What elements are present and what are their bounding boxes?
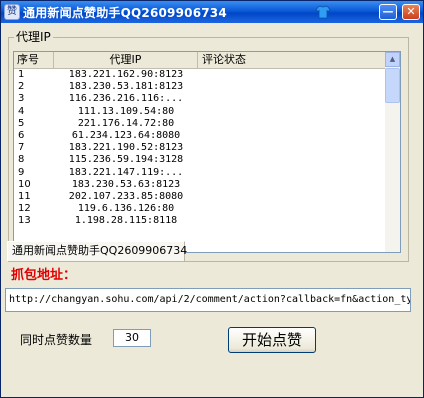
row-proxy-ip: 183.230.53.63:8123 (71, 178, 181, 190)
table-row[interactable]: 13 1.198.28.115:8118 (14, 215, 386, 227)
capture-url-label: 抓包地址： (11, 268, 77, 283)
row-proxy-ip: 183.221.190.52:8123 (68, 142, 184, 154)
row-index: 12 (18, 203, 31, 215)
window-title: 通用新闻点赞助手QQ2609906734 (23, 6, 227, 20)
start-like-button[interactable]: 开始点赞 (228, 327, 316, 353)
app-icon: 赞 (4, 4, 20, 20)
title-bar[interactable]: 赞 通用新闻点赞助手QQ2609906734 — ✕ (1, 1, 423, 23)
row-index: 11 (18, 190, 31, 202)
app-window: 赞 通用新闻点赞助手QQ2609906734 — ✕ 代理IP 序号 代理IP … (0, 0, 424, 398)
proxy-list-header: 序号 代理IP 评论状态 (14, 52, 386, 69)
minimize-button[interactable]: — (379, 4, 397, 20)
row-proxy-ip: 61.234.123.64:8080 (71, 129, 181, 141)
concurrent-count-label: 同时点赞数量 (20, 333, 93, 347)
close-button[interactable]: ✕ (402, 4, 420, 20)
table-row[interactable]: 1 183.221.162.90:8123 (14, 69, 386, 81)
row-index: 2 (18, 81, 25, 93)
row-index: 5 (18, 117, 25, 129)
row-index: 7 (18, 142, 25, 154)
row-proxy-ip: 1.198.28.115:8118 (74, 215, 178, 227)
row-proxy-ip: 202.107.233.85:8080 (68, 190, 184, 202)
vertical-scrollbar[interactable]: ▲ (385, 52, 400, 252)
column-header-proxy-ip[interactable]: 代理IP (54, 52, 198, 68)
row-proxy-ip: 111.13.109.54:80 (77, 105, 175, 117)
concurrent-count-input[interactable]: 30 (113, 329, 151, 347)
row-index: 3 (18, 93, 25, 105)
row-proxy-ip: 115.236.59.194:3128 (68, 154, 184, 166)
table-row[interactable]: 5 221.176.14.72:80 (14, 118, 386, 130)
row-index: 1 (18, 69, 25, 80)
table-row[interactable]: 10 183.230.53.63:8123 (14, 179, 386, 191)
row-proxy-ip: 119.6.136.126:80 (77, 203, 175, 215)
table-row[interactable]: 4 111.13.109.54:80 (14, 106, 386, 118)
proxy-list[interactable]: 序号 代理IP 评论状态 1 183.221.162.90:8123 2 183.23… (13, 51, 401, 253)
row-proxy-ip: 221.176.14.72:80 (77, 117, 175, 129)
column-header-comment-status[interactable]: 评论状态 (198, 52, 386, 68)
table-row[interactable]: 3 116.236.216.116:... (14, 93, 386, 105)
table-row[interactable]: 7 183.221.190.52:8123 (14, 142, 386, 154)
table-row[interactable]: 11 202.107.233.85:8080 (14, 191, 386, 203)
row-proxy-ip: 183.230.53.181:8123 (68, 81, 184, 93)
table-row[interactable]: 2 183.230.53.181:8123 (14, 81, 386, 93)
row-proxy-ip: 183.221.147.119:... (68, 166, 184, 178)
row-index: 9 (18, 166, 25, 178)
shirt-icon[interactable] (315, 4, 331, 20)
table-row[interactable]: 12 119.6.136.126:80 (14, 203, 386, 215)
row-index: 4 (18, 105, 25, 117)
row-proxy-ip: 183.221.162.90:8123 (68, 69, 184, 80)
row-index: 8 (18, 154, 25, 166)
row-index: 13 (18, 215, 31, 227)
capture-url-input[interactable]: http://changyan.sohu.com/api/2/comment/a… (5, 288, 411, 312)
column-header-index[interactable]: 序号 (14, 52, 54, 68)
table-row[interactable]: 6 61.234.123.64:8080 (14, 130, 386, 142)
scroll-up-arrow-icon[interactable]: ▲ (385, 52, 400, 67)
table-row[interactable]: 9 183.221.147.119:... (14, 167, 386, 179)
row-index: 10 (18, 178, 31, 190)
proxy-group-label: 代理IP (14, 28, 53, 45)
status-bar-text: 通用新闻点赞助手QQ2609906734 (7, 241, 187, 261)
row-proxy-ip: 116.236.216.116:... (68, 93, 184, 105)
table-row[interactable]: 8 115.236.59.194:3128 (14, 154, 386, 166)
row-index: 6 (18, 129, 25, 141)
proxy-list-rows: 1 183.221.162.90:8123 2 183.230.53.181:8123… (14, 69, 386, 227)
scrollbar-thumb[interactable] (385, 68, 400, 103)
